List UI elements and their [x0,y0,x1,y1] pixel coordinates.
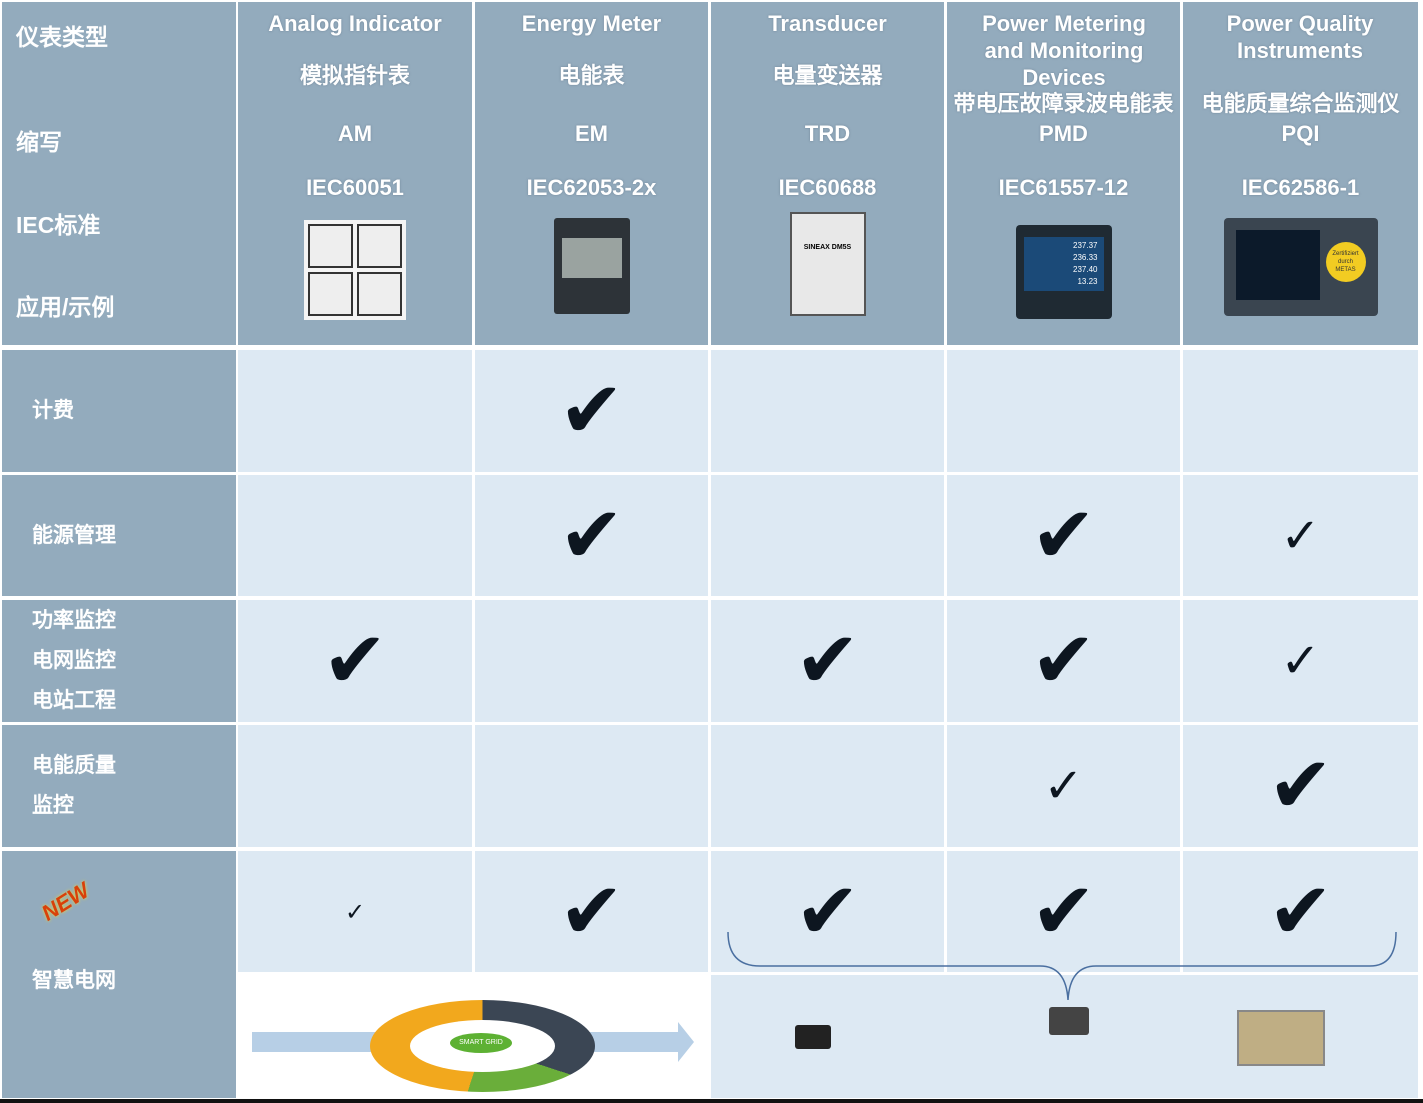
bottom-border [0,1099,1423,1103]
